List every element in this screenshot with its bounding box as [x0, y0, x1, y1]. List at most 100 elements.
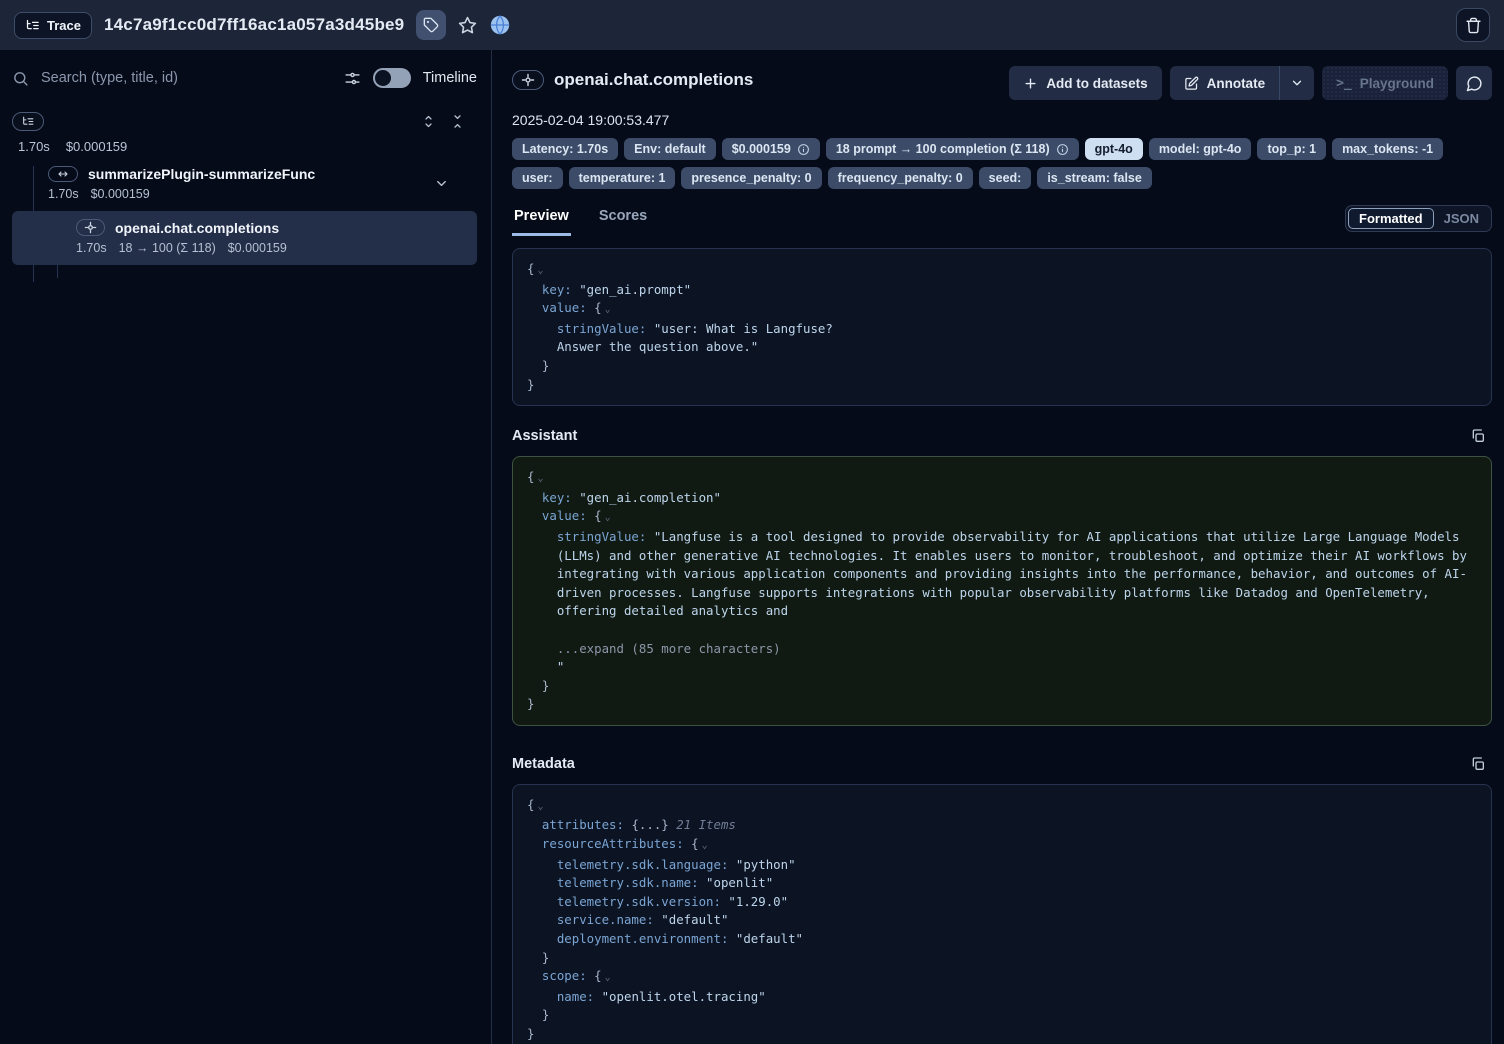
code-segment: "python"	[728, 857, 795, 872]
collapse-chevron-icon[interactable]: ⌄	[534, 473, 543, 484]
comments-button[interactable]	[1456, 66, 1492, 100]
search-input[interactable]	[41, 70, 332, 86]
add-to-datasets-button[interactable]: Add to datasets	[1009, 66, 1161, 100]
delete-trace-button[interactable]	[1456, 8, 1490, 42]
tree-item-generation-selected[interactable]: openai.chat.completions 1.70s 18 → 100 (…	[12, 211, 477, 265]
collapse-chevron-icon[interactable]: ⌄	[534, 265, 543, 276]
code-line: }	[527, 695, 1477, 714]
code-segment: }	[527, 1026, 534, 1041]
tree-item-label: summarizePlugin-summarizeFunc	[88, 166, 315, 182]
plus-icon	[1023, 76, 1038, 91]
code-line: resourceAttributes: {⌄	[527, 835, 1477, 856]
code-line: value: {⌄	[527, 507, 1477, 528]
code-line: key: "gen_ai.completion"	[527, 489, 1477, 508]
format-toggle: Formatted JSON	[1345, 205, 1492, 232]
temperature-badge: temperature: 1	[569, 167, 676, 189]
observation-detail-panel: openai.chat.completions Add to datasets …	[492, 50, 1504, 1044]
expand-all-icon[interactable]	[421, 114, 436, 129]
trace-root-badge[interactable]	[12, 112, 44, 131]
code-line: key: "gen_ai.prompt"	[527, 281, 1477, 300]
code-line: telemetry.sdk.version: "1.29.0"	[527, 893, 1477, 912]
assistant-code-block: {⌄ key: "gen_ai.completion" value: {⌄ st…	[512, 456, 1492, 726]
crosshair-generation-icon	[84, 221, 97, 234]
chevron-down-icon[interactable]	[434, 176, 449, 191]
code-line: }	[527, 949, 1477, 968]
tree-item-span[interactable]: summarizePlugin-summarizeFunc 1.70s $0.0…	[12, 162, 477, 205]
arrows-left-right-icon	[56, 168, 70, 180]
code-segment: 21 Items	[669, 817, 736, 832]
tokens-badge: 18 prompt → 100 completion (Σ 118)	[826, 138, 1079, 160]
collapse-chevron-icon[interactable]: ⌄	[699, 840, 708, 851]
info-icon[interactable]	[797, 143, 810, 156]
code-segment: }	[527, 358, 549, 373]
code-line: stringValue: "user: What is Langfuse?	[527, 320, 1477, 339]
code-segment: }	[527, 696, 534, 711]
generation-type-badge	[512, 70, 544, 90]
playground-button[interactable]: >_ Playground	[1322, 66, 1448, 100]
cost-badge: $0.000159	[722, 138, 820, 160]
is-stream-badge: is_stream: false	[1037, 167, 1152, 189]
annotate-dropdown-button[interactable]	[1279, 66, 1314, 100]
copy-icon[interactable]	[1470, 756, 1492, 772]
item-cost: $0.000159	[91, 187, 150, 201]
item-duration: 1.70s	[48, 187, 79, 201]
code-segment: "Langfuse is a tool designed to provide …	[646, 529, 1459, 544]
code-segment: telemetry.sdk.name:	[527, 875, 699, 890]
frequency-penalty-badge: frequency_penalty: 0	[828, 167, 973, 189]
code-line: name: "openlit.otel.tracing"	[527, 988, 1477, 1007]
latency-badge: Latency: 1.70s	[512, 138, 618, 160]
code-line: }	[527, 1006, 1477, 1025]
code-segment: offering detailed analytics and	[527, 603, 788, 618]
code-segment: stringValue:	[527, 321, 646, 336]
annotate-button[interactable]: Annotate	[1170, 66, 1280, 100]
item-cost: $0.000159	[228, 241, 287, 255]
trace-tree-sidebar: Timeline 1.70s $0.000159	[0, 50, 492, 1044]
star-button[interactable]	[458, 16, 477, 35]
code-segment: "openlit.otel.tracing"	[594, 989, 766, 1004]
collapse-chevron-icon[interactable]: ⌄	[602, 304, 611, 315]
info-icon[interactable]	[1056, 143, 1069, 156]
code-segment: value:	[527, 300, 587, 315]
code-segment: }	[527, 377, 534, 392]
collapse-chevron-icon[interactable]: ⌄	[602, 972, 611, 983]
timeline-toggle[interactable]	[373, 68, 411, 88]
tab-preview[interactable]: Preview	[512, 208, 571, 236]
user-badge: user:	[512, 167, 563, 189]
annotate-label: Annotate	[1207, 76, 1266, 91]
code-segment: {	[684, 836, 699, 851]
item-duration: 1.70s	[76, 241, 107, 255]
trace-cost: $0.000159	[66, 139, 127, 154]
code-segment: "1.29.0"	[721, 894, 788, 909]
code-segment: name:	[527, 989, 594, 1004]
code-segment: service.name:	[527, 912, 654, 927]
code-segment: "user: What is Langfuse?	[646, 321, 833, 336]
code-segment: driven processes. Langfuse supports inte…	[527, 585, 1430, 600]
playground-label: Playground	[1360, 76, 1434, 91]
format-json[interactable]: JSON	[1434, 209, 1489, 228]
detail-tabs: Preview Scores Formatted JSON	[512, 205, 1492, 236]
view-settings-icon[interactable]	[344, 70, 361, 87]
tab-scores[interactable]: Scores	[597, 208, 649, 236]
code-line: telemetry.sdk.name: "openlit"	[527, 874, 1477, 893]
code-line: Answer the question above."	[527, 338, 1477, 357]
copy-icon[interactable]	[1470, 428, 1492, 444]
code-segment: }	[527, 950, 549, 965]
public-share-button[interactable]	[489, 14, 511, 36]
code-segment: }	[527, 1007, 549, 1022]
code-segment: attributes:	[527, 817, 624, 832]
collapse-chevron-icon[interactable]: ⌄	[534, 801, 543, 812]
code-segment: {...}	[624, 817, 669, 832]
assistant-section-header: Assistant	[512, 428, 1492, 444]
topbar: Trace 14c7a9f1cc0d7ff16ac1a057a3d45be9	[0, 0, 1504, 50]
format-formatted[interactable]: Formatted	[1348, 208, 1434, 229]
code-segment: "default"	[728, 931, 803, 946]
code-segment: scope:	[527, 968, 587, 983]
expand-link[interactable]: ...expand (85 more characters)	[527, 641, 781, 656]
tag-button[interactable]	[416, 10, 446, 40]
collapse-chevron-icon[interactable]: ⌄	[602, 512, 611, 523]
collapse-all-icon[interactable]	[450, 114, 465, 129]
code-line: ...expand (85 more characters)	[527, 640, 1477, 659]
model-badge[interactable]: gpt-4o	[1085, 138, 1143, 160]
code-line: stringValue: "Langfuse is a tool designe…	[527, 528, 1477, 547]
code-line: scope: {⌄	[527, 967, 1477, 988]
